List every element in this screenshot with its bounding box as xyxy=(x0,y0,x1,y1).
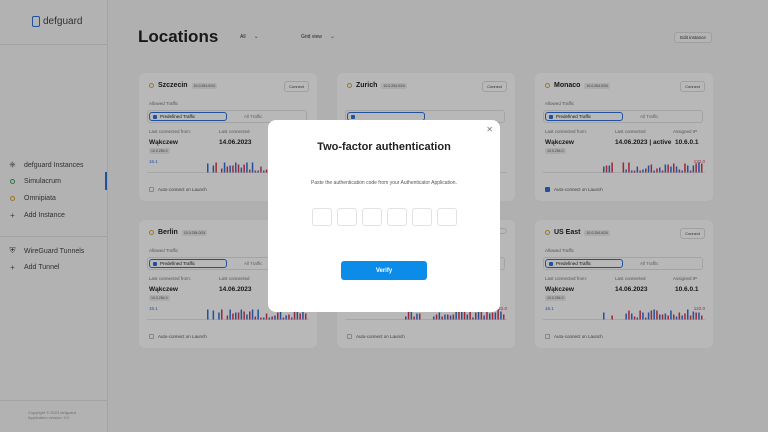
code-digit-input[interactable] xyxy=(312,208,332,226)
two-factor-modal: ✕ Two-factor authentication Paste the au… xyxy=(268,120,500,312)
code-digit-input[interactable] xyxy=(337,208,357,226)
code-input-row xyxy=(312,208,457,226)
code-digit-input[interactable] xyxy=(362,208,382,226)
code-digit-input[interactable] xyxy=(437,208,457,226)
close-icon[interactable]: ✕ xyxy=(486,125,493,134)
code-digit-input[interactable] xyxy=(412,208,432,226)
verify-button[interactable]: Verify xyxy=(341,261,427,280)
code-digit-input[interactable] xyxy=(387,208,407,226)
modal-description: Paste the authentication code from your … xyxy=(311,180,457,186)
modal-title: Two-factor authentication xyxy=(317,141,451,153)
